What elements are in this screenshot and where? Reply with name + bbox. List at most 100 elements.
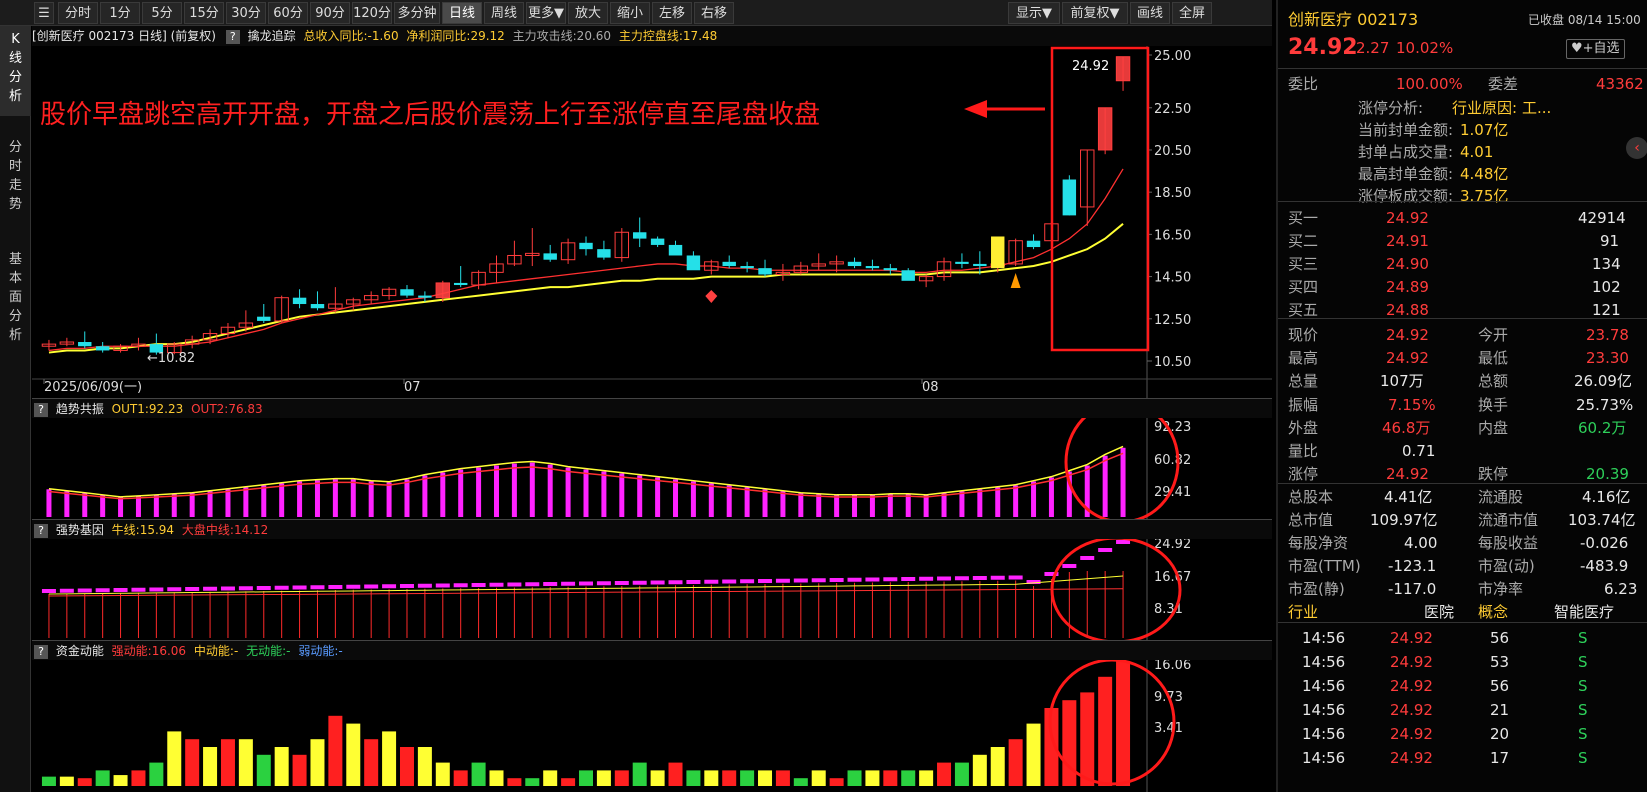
period-button[interactable]: 15分 — [184, 2, 224, 24]
period-button[interactable]: 日线 — [442, 2, 482, 24]
quote-row: 买三 24.90 134 — [1278, 252, 1647, 276]
sub3-bar — [722, 770, 737, 786]
candle-body — [722, 261, 736, 267]
zoom-pan-button[interactable]: 缩小 — [610, 2, 650, 24]
sub2-box — [131, 587, 146, 592]
sub3-bar — [596, 770, 611, 786]
sub2-box — [668, 580, 683, 585]
quote-row: 行业 医院 概念 智能医疗 — [1278, 600, 1647, 624]
zoom-pan-button[interactable]: 放大 — [568, 2, 608, 24]
annotation-arrowhead — [964, 100, 987, 118]
collapse-arrow-icon[interactable]: ‹ — [1626, 137, 1647, 159]
sub2-box — [238, 586, 253, 591]
sub3-bar — [95, 770, 110, 786]
annotation-text: 股价早盘跳空高开开盘，开盘之后股价震荡上行至涨停直至尾盘收盘 — [40, 100, 821, 130]
sub1-bar — [619, 473, 625, 517]
period-button[interactable]: 分时 — [58, 2, 98, 24]
sub1-bar — [869, 495, 875, 517]
toolbar-action-button[interactable]: 全屏 — [1172, 2, 1212, 24]
toolbar-action-button[interactable]: 前复权▼ — [1062, 2, 1128, 24]
candle-body — [740, 266, 754, 269]
sub1-bar — [726, 485, 732, 517]
sub3-axis-label: 3.41 — [1154, 721, 1183, 736]
tick-cell: 24.92 — [1390, 629, 1433, 647]
quote-cell: 24.92 — [1386, 349, 1429, 367]
quote-cell: 委比 — [1288, 75, 1319, 93]
quote-row: 买一 24.92 42914 — [1278, 206, 1647, 230]
price-tick-label: 25.00 — [1154, 49, 1191, 64]
help-icon[interactable]: ? — [34, 524, 48, 538]
quote-cell: 涨停板成交额: — [1358, 187, 1454, 205]
sub1-bar — [798, 493, 804, 517]
period-button[interactable]: 30分 — [226, 2, 266, 24]
sub3-bar — [382, 731, 397, 786]
toolbar-action-button[interactable]: 显示▼ — [1008, 2, 1060, 24]
sub3-bar — [1026, 723, 1041, 786]
sub1-bar — [118, 497, 124, 517]
tab-fundamental[interactable]: 基本面分析 — [0, 246, 31, 356]
tick-cell: 17 — [1490, 749, 1510, 767]
tick-cell: 20 — [1490, 725, 1510, 743]
sub2-box — [77, 588, 92, 593]
quote-cell: 买二 — [1288, 232, 1319, 250]
sub3-mid: 中动能:- — [193, 644, 239, 658]
period-button[interactable]: 多分钟 — [394, 2, 440, 24]
menu-icon[interactable]: ☰ — [34, 2, 54, 24]
sub1-bar — [780, 491, 786, 517]
sub2-box — [1098, 548, 1113, 552]
sub2-box — [489, 582, 504, 587]
limit-up-candle — [436, 282, 450, 298]
zoom-pan-button[interactable]: 左移 — [652, 2, 692, 24]
tab-kline[interactable]: K线分析 — [0, 26, 31, 116]
quote-cell: 涨停分析: — [1358, 99, 1424, 117]
sub3-none: 无动能:- — [246, 644, 291, 658]
sub2-box — [471, 583, 486, 587]
period-button[interactable]: 90分 — [310, 2, 350, 24]
candle-body — [686, 255, 701, 271]
sub1-bar — [655, 477, 661, 517]
date-tick-label: 08 — [922, 380, 939, 395]
tab-intraday[interactable]: 分时走势 — [0, 134, 31, 224]
period-button[interactable]: 更多▼ — [526, 2, 566, 24]
candle-body — [632, 232, 647, 239]
sub3-bar — [292, 754, 307, 786]
trade-tick-row: 14:56 24.92 56 S — [1278, 626, 1647, 650]
help-icon[interactable]: ? — [34, 645, 48, 659]
sub2-box — [686, 580, 701, 584]
sub2-box — [793, 578, 808, 583]
candle-body — [1026, 240, 1041, 248]
sub1-bar — [153, 495, 159, 517]
candle-body — [310, 304, 325, 309]
help-icon[interactable]: ? — [34, 403, 48, 417]
trade-tick-row: 14:56 24.92 53 S — [1278, 650, 1647, 674]
sub1-bar — [100, 495, 106, 517]
sub1-out1: OUT1:92.23 — [111, 402, 184, 416]
tick-cell: 14:56 — [1302, 749, 1346, 767]
period-button[interactable]: 1分 — [100, 2, 140, 24]
zoom-pan-button[interactable]: 右移 — [694, 2, 734, 24]
sub2-box — [954, 576, 969, 581]
quote-cell: 委差 — [1488, 75, 1519, 93]
add-watchlist-button[interactable]: ♥+自选 — [1566, 39, 1625, 59]
sub3-bar — [704, 770, 719, 786]
sub2-box — [937, 576, 952, 581]
quote-cell: 24.90 — [1386, 255, 1429, 273]
sub2-box — [95, 588, 110, 593]
period-button[interactable]: 120分 — [352, 2, 392, 24]
quote-cell: 3.75亿 — [1460, 187, 1509, 205]
sub1-bar — [637, 475, 643, 517]
trade-tick-row: 14:56 24.92 17 S — [1278, 746, 1647, 770]
quote-cell: 今开 — [1478, 326, 1509, 344]
sub3-bar — [954, 762, 969, 786]
toolbar-action-button[interactable]: 画线 — [1130, 2, 1170, 24]
sub1-bar — [673, 479, 679, 517]
quote-cell: -483.9 — [1580, 557, 1629, 575]
period-button[interactable]: 周线 — [484, 2, 524, 24]
quote-cell: 4.41亿 — [1384, 488, 1433, 506]
sub3-bar — [901, 770, 916, 786]
sub2-market: 大盘中线:14.12 — [181, 523, 269, 537]
period-button[interactable]: 5分 — [142, 2, 182, 24]
sub3-bar — [203, 747, 218, 786]
period-button[interactable]: 60分 — [268, 2, 308, 24]
sub3-bar — [328, 715, 343, 786]
